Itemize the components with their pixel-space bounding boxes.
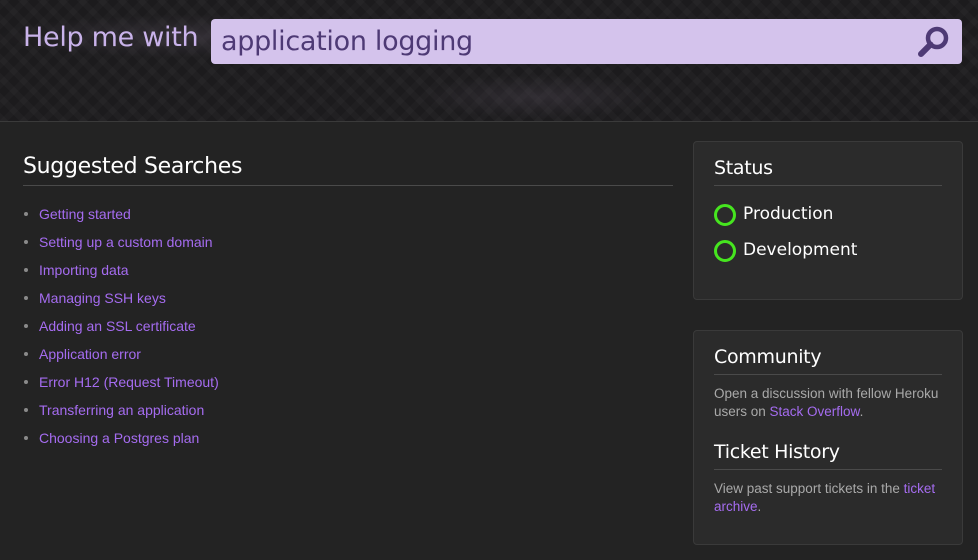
suggestion-link[interactable]: Managing SSH keys [39, 290, 166, 306]
status-list: Production Development [714, 196, 942, 268]
suggestion-link[interactable]: Adding an SSL certificate [39, 318, 196, 334]
status-label: Development [743, 240, 858, 260]
status-development[interactable]: Development [714, 232, 942, 268]
suggested-searches: Suggested Searches Getting started Setti… [23, 150, 673, 452]
suggestion-link[interactable]: Transferring an application [39, 402, 204, 418]
suggestion-link[interactable]: Choosing a Postgres plan [39, 430, 199, 446]
community-text-after: . [859, 404, 864, 419]
suggestion-link[interactable]: Importing data [39, 262, 129, 278]
community-title: Community [714, 331, 942, 375]
status-production[interactable]: Production [714, 196, 942, 232]
bullet [24, 324, 28, 328]
ticket-text-after: . [757, 499, 762, 514]
bullet [24, 352, 28, 356]
status-panel: Status Production Development [693, 141, 963, 300]
status-title: Status [714, 142, 942, 186]
list-item: Adding an SSL certificate [23, 312, 673, 340]
list-item: Setting up a custom domain [23, 228, 673, 256]
list-item: Application error [23, 340, 673, 368]
community-text: Open a discussion with fellow Heroku use… [714, 385, 942, 421]
suggested-list: Getting started Setting up a custom doma… [23, 200, 673, 452]
list-item: Error H12 (Request Timeout) [23, 368, 673, 396]
suggestion-link[interactable]: Setting up a custom domain [39, 234, 213, 250]
ticket-text-before: View past support tickets in the [714, 481, 904, 496]
bullet [24, 212, 28, 216]
suggestion-link[interactable]: Error H12 (Request Timeout) [39, 374, 219, 390]
bullet [24, 380, 28, 384]
status-ok-icon [714, 240, 736, 262]
status-ok-icon [714, 204, 736, 226]
bullet [24, 268, 28, 272]
bullet [24, 296, 28, 300]
status-label: Production [743, 204, 834, 224]
header: Help me with [0, 0, 978, 122]
stack-overflow-link[interactable]: Stack Overflow [770, 404, 860, 419]
bullet [24, 408, 28, 412]
magnifier-icon [918, 26, 949, 57]
community-panel: Community Open a discussion with fellow … [693, 330, 963, 545]
help-label: Help me with [23, 22, 199, 53]
list-item: Importing data [23, 256, 673, 284]
ticket-history-text: View past support tickets in the ticket … [714, 480, 942, 516]
search-button[interactable] [916, 24, 952, 60]
ticket-history-title: Ticket History [714, 421, 942, 470]
list-item: Getting started [23, 200, 673, 228]
list-item: Managing SSH keys [23, 284, 673, 312]
list-item: Choosing a Postgres plan [23, 424, 673, 452]
suggestion-link[interactable]: Application error [39, 346, 141, 362]
bullet [24, 240, 28, 244]
search-box [211, 19, 962, 64]
suggestion-link[interactable]: Getting started [39, 206, 131, 222]
suggested-searches-title: Suggested Searches [23, 154, 673, 186]
bullet [24, 436, 28, 440]
search-input[interactable] [211, 19, 901, 64]
list-item: Transferring an application [23, 396, 673, 424]
